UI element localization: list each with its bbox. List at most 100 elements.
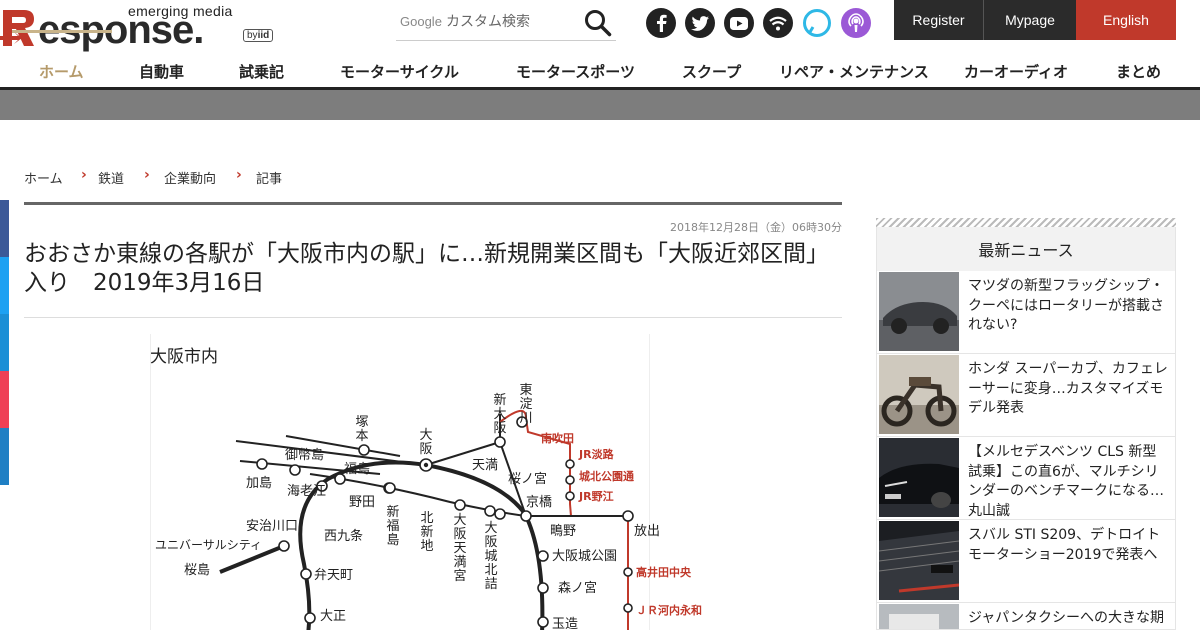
station-label: 大阪城北詰 — [484, 521, 498, 592]
station-label: 桜ノ宮 — [508, 472, 548, 487]
nav-matome[interactable]: まとめ — [1116, 61, 1161, 82]
station-label: 加島 — [246, 476, 273, 491]
station-label: 南吹田 — [541, 432, 574, 445]
nav-active-indicator — [12, 30, 112, 33]
station-label: 大阪天満宮 — [453, 513, 467, 584]
article-title: おおさか東線の各駅が「大阪市内の駅」に…新規開業区間も「大阪近郊区間」入り 20… — [24, 241, 829, 296]
nav-cars[interactable]: 自動車 — [139, 61, 184, 82]
station-label: 野田 — [349, 495, 376, 510]
station-label: 西九条 — [324, 529, 364, 544]
youtube-icon[interactable] — [724, 8, 754, 38]
news-thumbnail[interactable] — [879, 272, 959, 351]
station-label: 御幣島 — [285, 448, 325, 463]
breadcrumb-separator: › — [236, 167, 242, 183]
breadcrumb-home[interactable]: ホーム — [24, 168, 63, 187]
station-label: 安治川口 — [246, 519, 299, 534]
station-label: 新大阪 — [493, 393, 507, 436]
station-label: 京橋 — [526, 495, 553, 510]
station-label: 福島 — [344, 462, 371, 477]
logo-by-brand: iid — [257, 30, 270, 41]
breadcrumb-separator: › — [144, 167, 150, 183]
station-label: 高井田中央 — [636, 566, 691, 579]
route-map-lines — [219, 410, 634, 630]
station-label: 大正 — [320, 609, 347, 624]
account-links: Register Mypage English — [894, 0, 1176, 40]
station-label: 玉造 — [552, 617, 579, 630]
station-label: 放出 — [634, 524, 661, 539]
news-thumbnail[interactable] — [879, 438, 959, 517]
mypage-button[interactable]: Mypage — [984, 0, 1076, 40]
breadcrumb-article: 記事 — [256, 172, 283, 187]
news-thumbnail[interactable] — [879, 355, 959, 434]
main-nav: ホーム 自動車 試乗記 モーターサイクル モータースポーツ スクープ リペア・メ… — [0, 56, 1200, 90]
share-pocket-button[interactable] — [0, 371, 9, 428]
news-thumbnail[interactable] — [879, 604, 959, 629]
rss-icon[interactable] — [763, 8, 793, 38]
station-label: 弁天町 — [314, 568, 354, 583]
logo-by-badge: byiid — [243, 29, 274, 42]
twitter-icon[interactable] — [685, 8, 715, 38]
podcast-icon[interactable] — [841, 8, 871, 38]
search-icon[interactable] — [584, 9, 612, 37]
sidebar-heading: 最新ニュース — [876, 227, 1176, 271]
article-divider — [24, 317, 842, 318]
station-label: JR野江 — [579, 490, 614, 503]
english-button[interactable]: English — [1076, 0, 1176, 40]
nav-test-drive[interactable]: 試乗記 — [239, 61, 284, 82]
share-bar — [0, 200, 9, 485]
map-title: 大阪市内 — [150, 347, 218, 367]
search-brand: Google — [400, 14, 442, 29]
station-label: 城北公園通 — [579, 470, 634, 483]
social-links — [646, 8, 871, 40]
facebook-icon[interactable] — [646, 8, 676, 38]
alexa-icon[interactable] — [802, 8, 832, 38]
station-label: 塚本 — [355, 415, 369, 444]
route-map-image[interactable]: 大阪市内 東淀川 新大阪 塚本 大阪 南吹田 JR淡路 城北公園通 JR野江 御… — [150, 334, 720, 630]
news-headline[interactable]: ジャパンタクシーへの大きな期 — [968, 609, 1170, 629]
nav-repair[interactable]: リペア・メンテナンス — [779, 61, 929, 82]
station-label: 森ノ宮 — [558, 581, 598, 596]
share-facebook-button[interactable] — [0, 200, 9, 257]
share-twitter-button[interactable] — [0, 257, 9, 314]
news-thumbnail[interactable] — [879, 521, 959, 600]
station-label: 東淀川 — [519, 383, 533, 426]
latest-news-sidebar: 最新ニュース マツダの新型フラッグシップ・クーペにはロータリーが搭載されない? … — [876, 218, 1176, 630]
logo-r-mark — [0, 10, 34, 46]
site-header: emerging media esponse. byiid Google カスタ… — [0, 0, 1200, 56]
share-line-button[interactable] — [0, 428, 9, 485]
nav-scoop[interactable]: スクープ — [682, 61, 741, 82]
station-label: 海老江 — [287, 484, 327, 499]
news-headline[interactable]: ホンダ スーパーカブ、カフェレーサーに変身…カスタマイズモデル発表 — [968, 360, 1170, 419]
news-headline[interactable]: 【メルセデスベンツ CLS 新型試乗】この直6が、マルチシリンダーのベンチマーク… — [968, 443, 1170, 521]
news-headline[interactable]: マツダの新型フラッグシップ・クーペにはロータリーが搭載されない? — [968, 277, 1170, 336]
nav-car-audio[interactable]: カーオーディオ — [964, 61, 1068, 82]
station-label: 桜島 — [184, 563, 211, 578]
nav-motorsports[interactable]: モータースポーツ — [516, 61, 635, 82]
register-button[interactable]: Register — [894, 0, 984, 40]
breadcrumb-corporate[interactable]: 企業動向 — [164, 168, 216, 187]
share-hatena-button[interactable] — [0, 314, 9, 371]
nav-home[interactable]: ホーム — [39, 61, 84, 82]
breadcrumb-separator: › — [81, 167, 87, 183]
news-item[interactable]: マツダの新型フラッグシップ・クーペにはロータリーが搭載されない? — [876, 271, 1176, 354]
station-label: 鴫野 — [550, 524, 577, 539]
article-date: 2018年12月28日（金）06時30分 — [670, 221, 842, 234]
logo-by-text: by — [247, 30, 258, 41]
news-item[interactable]: ジャパンタクシーへの大きな期 — [876, 603, 1176, 630]
news-item[interactable]: 【メルセデスベンツ CLS 新型試乗】この直6が、マルチシリンダーのベンチマーク… — [876, 437, 1176, 520]
site-logo[interactable]: emerging media esponse. byiid — [0, 0, 290, 56]
station-label: 大阪城公園 — [552, 549, 618, 564]
breadcrumb-railway[interactable]: 鉄道 — [98, 168, 124, 187]
search-input[interactable] — [446, 11, 576, 33]
news-item[interactable]: スバル STI S209、デトロイトモーターショー2019で発表へ — [876, 520, 1176, 603]
station-label: ＪＲ河内永和 — [636, 604, 702, 617]
station-label: JR淡路 — [579, 448, 614, 461]
search-box: Google — [396, 5, 616, 41]
news-item[interactable]: ホンダ スーパーカブ、カフェレーサーに変身…カスタマイズモデル発表 — [876, 354, 1176, 437]
nav-motorcycle[interactable]: モーターサイクル — [340, 61, 459, 82]
sidebar-hatch — [876, 218, 1176, 227]
station-label: 大阪 — [419, 428, 433, 457]
news-headline[interactable]: スバル STI S209、デトロイトモーターショー2019で発表へ — [968, 526, 1170, 565]
station-label: 天満 — [472, 458, 499, 473]
station-label: 新福島 — [386, 505, 400, 548]
